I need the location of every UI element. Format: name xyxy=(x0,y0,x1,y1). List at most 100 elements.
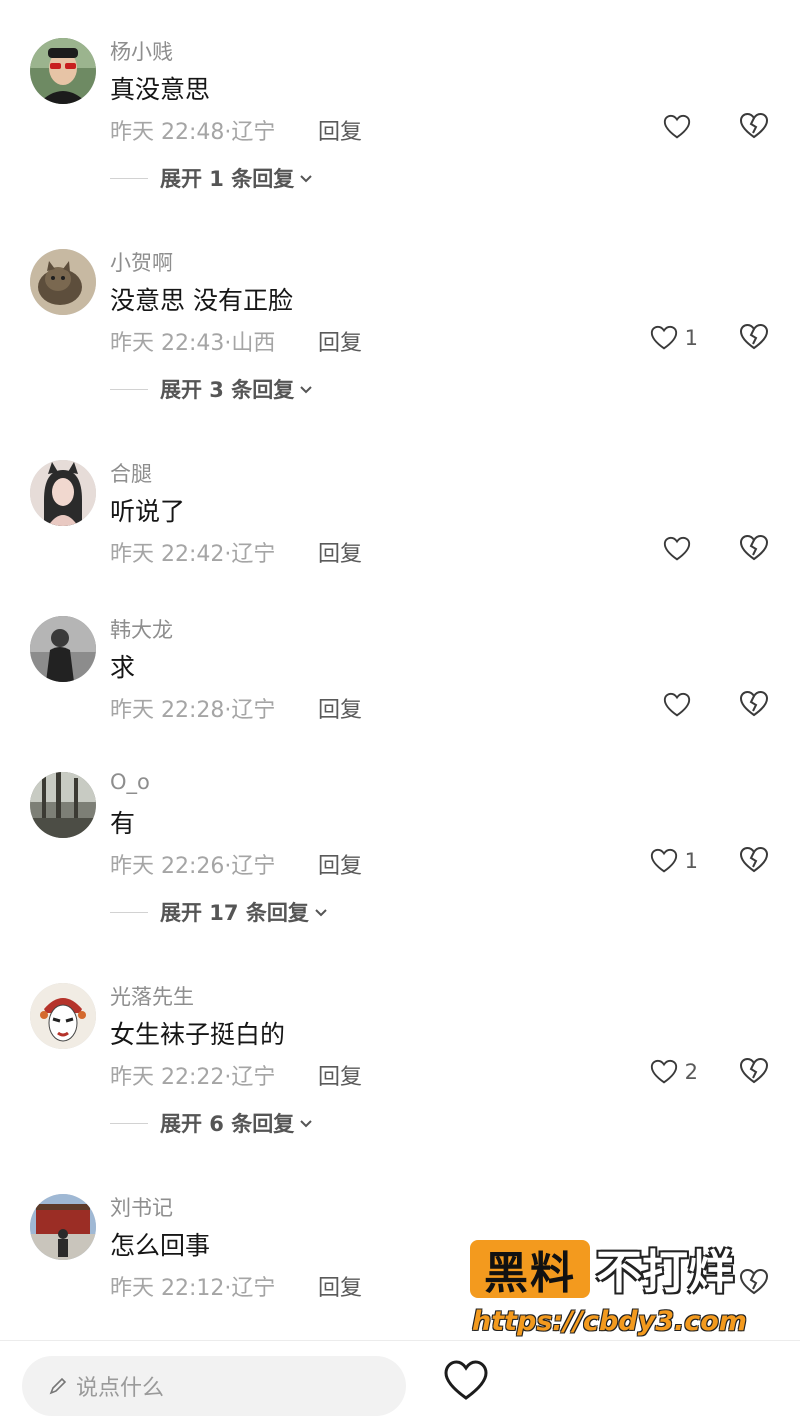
comment-time: 昨天 22:12 xyxy=(110,1276,225,1301)
comment-username[interactable]: 光落先生 xyxy=(110,981,194,1011)
comment-text: 求 xyxy=(110,653,136,682)
comment-meta: 昨天 22:12·辽宁 xyxy=(110,1276,276,1301)
dislike-button[interactable] xyxy=(738,844,772,878)
comment-meta: 昨天 22:26·辽宁 xyxy=(110,854,276,879)
expand-replies-button[interactable]: 展开 3 条回复 xyxy=(110,374,314,404)
user-avatar[interactable] xyxy=(30,772,96,838)
user-avatar[interactable] xyxy=(30,983,96,1049)
user-avatar[interactable] xyxy=(30,1194,96,1260)
comment-location: 辽宁 xyxy=(231,1065,276,1090)
avatar-cat-icon xyxy=(30,249,96,315)
user-avatar[interactable] xyxy=(30,460,96,526)
comment-text: 有 xyxy=(110,809,136,838)
comment-location: 辽宁 xyxy=(231,698,276,723)
heart-outline-icon xyxy=(650,1059,677,1084)
comment-text: 真没意思 xyxy=(110,75,211,104)
broken-heart-icon xyxy=(739,112,769,139)
comment-username[interactable]: O_o xyxy=(110,770,150,794)
reply-button[interactable]: 回复 xyxy=(318,114,362,146)
comment-time: 昨天 22:42 xyxy=(110,542,225,567)
heart-outline-icon xyxy=(663,114,691,139)
comment-username[interactable]: 小贺啊 xyxy=(110,247,173,277)
comment-time: 昨天 22:28 xyxy=(110,698,225,723)
like-count: 1 xyxy=(684,849,698,873)
chevron-down-icon xyxy=(315,909,327,917)
divider-line xyxy=(110,177,148,179)
broken-heart-icon xyxy=(739,323,769,350)
comment-meta: 昨天 22:42·辽宁 xyxy=(110,542,276,567)
dislike-button[interactable] xyxy=(738,321,772,355)
avatar-man-bw-icon xyxy=(30,616,96,682)
pencil-icon xyxy=(49,1377,67,1395)
comment-meta: 昨天 22:28·辽宁 xyxy=(110,698,276,723)
avatar-man-red-sunglasses-icon xyxy=(30,38,96,104)
comment-location: 山西 xyxy=(231,331,276,356)
dislike-button[interactable] xyxy=(738,532,772,566)
comment-time: 昨天 22:48 xyxy=(110,120,225,145)
expand-replies-label: 展开 6 条回复 xyxy=(160,1112,295,1136)
like-button[interactable]: 1 xyxy=(649,321,698,355)
reply-button[interactable]: 回复 xyxy=(318,848,362,880)
heart-outline-icon xyxy=(650,325,677,350)
dislike-button[interactable] xyxy=(738,110,772,144)
user-avatar[interactable] xyxy=(30,38,96,104)
chevron-down-icon xyxy=(300,175,312,183)
comment-meta: 昨天 22:43·山西 xyxy=(110,331,276,356)
comment-time: 昨天 22:43 xyxy=(110,331,225,356)
comment-text: 没意思 没有正脸 xyxy=(110,286,293,315)
expand-replies-button[interactable]: 展开 1 条回复 xyxy=(110,163,314,193)
comment-location: 辽宁 xyxy=(231,854,276,879)
broken-heart-icon xyxy=(739,1057,769,1084)
watermark-logo-right: 不打烊 xyxy=(596,1245,734,1299)
comment-meta: 昨天 22:48·辽宁 xyxy=(110,120,276,145)
chevron-down-icon xyxy=(300,386,312,394)
comment-input[interactable]: 说点什么 xyxy=(22,1356,406,1416)
dislike-button[interactable] xyxy=(738,1055,772,1089)
avatar-forest-icon xyxy=(30,772,96,838)
comment-username[interactable]: 韩大龙 xyxy=(110,614,173,644)
reply-button[interactable]: 回复 xyxy=(318,536,362,568)
bottom-like-button[interactable] xyxy=(442,1358,490,1402)
heart-outline-icon xyxy=(663,692,691,717)
avatar-man-at-gate-icon xyxy=(30,1194,96,1260)
like-button[interactable]: 2 xyxy=(649,1055,698,1089)
comment-location: 辽宁 xyxy=(231,1276,276,1301)
comment-location: 辽宁 xyxy=(231,542,276,567)
comment-time: 昨天 22:22 xyxy=(110,1065,225,1090)
reply-button[interactable]: 回复 xyxy=(318,692,362,724)
broken-heart-icon xyxy=(739,690,769,717)
expand-replies-button[interactable]: 展开 17 条回复 xyxy=(110,897,329,927)
chevron-down-icon xyxy=(300,1120,312,1128)
like-count: 2 xyxy=(684,1060,698,1084)
user-avatar[interactable] xyxy=(30,616,96,682)
comment-username[interactable]: 刘书记 xyxy=(110,1192,173,1222)
expand-replies-label: 展开 17 条回复 xyxy=(160,901,309,925)
like-button[interactable] xyxy=(662,688,698,722)
reply-button[interactable]: 回复 xyxy=(318,325,362,357)
bottom-divider xyxy=(0,1340,800,1341)
comment-username[interactable]: 杨小贱 xyxy=(110,36,173,66)
watermark-logo-left: 黑料 xyxy=(470,1240,590,1299)
like-button[interactable]: 1 xyxy=(649,844,698,878)
comment-time: 昨天 22:26 xyxy=(110,854,225,879)
comment-text: 听说了 xyxy=(110,497,186,526)
comment-text: 女生袜子挺白的 xyxy=(110,1020,286,1049)
dislike-button[interactable] xyxy=(738,688,772,722)
expand-replies-button[interactable]: 展开 6 条回复 xyxy=(110,1108,314,1138)
comment-location: 辽宁 xyxy=(231,120,276,145)
like-button[interactable] xyxy=(662,110,698,144)
reply-button[interactable]: 回复 xyxy=(318,1270,362,1302)
like-button[interactable] xyxy=(662,532,698,566)
divider-line xyxy=(110,911,148,913)
avatar-woman-cat-ears-icon xyxy=(30,460,96,526)
user-avatar[interactable] xyxy=(30,249,96,315)
reply-button[interactable]: 回复 xyxy=(318,1059,362,1091)
expand-replies-label: 展开 1 条回复 xyxy=(160,167,295,191)
watermark: 黑料 不打烊 https://cbdy3.com xyxy=(470,1236,770,1346)
comment-username[interactable]: 合腿 xyxy=(110,458,152,488)
broken-heart-icon xyxy=(739,534,769,561)
like-count: 1 xyxy=(684,326,698,350)
heart-outline-icon xyxy=(444,1360,488,1400)
heart-outline-icon xyxy=(650,848,677,873)
expand-replies-label: 展开 3 条回复 xyxy=(160,378,295,402)
